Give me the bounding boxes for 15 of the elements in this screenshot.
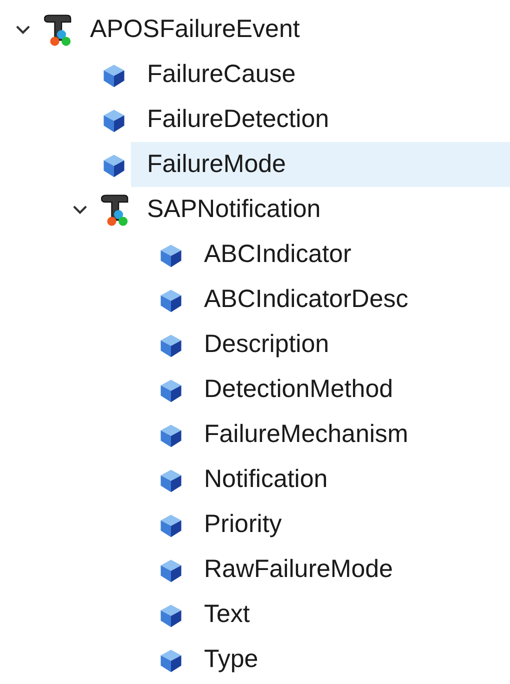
tree-item[interactable]: FailureMechanism (188, 412, 510, 457)
tree-item[interactable]: SAPNotification (131, 187, 510, 232)
tree-item[interactable]: Priority (188, 502, 510, 547)
tree-item[interactable]: Type (188, 637, 510, 682)
tree-item[interactable]: Text (188, 592, 510, 637)
tree-item[interactable]: RawFailureMode (188, 547, 510, 592)
tree-item[interactable]: APOSFailureEvent (74, 7, 510, 52)
tree-item[interactable]: Description (188, 322, 510, 367)
tree-item[interactable]: DetectionMethod (188, 367, 510, 412)
tree-item[interactable]: Notification (188, 457, 510, 502)
tree-item[interactable]: ABCIndicatorDesc (188, 277, 510, 322)
tree-item[interactable]: FailureCause (131, 52, 510, 97)
tree-item[interactable]: ABCIndicator (188, 232, 510, 277)
tree-item[interactable]: FailureMode (131, 142, 510, 187)
tree-item[interactable]: FailureDetection (131, 97, 510, 142)
